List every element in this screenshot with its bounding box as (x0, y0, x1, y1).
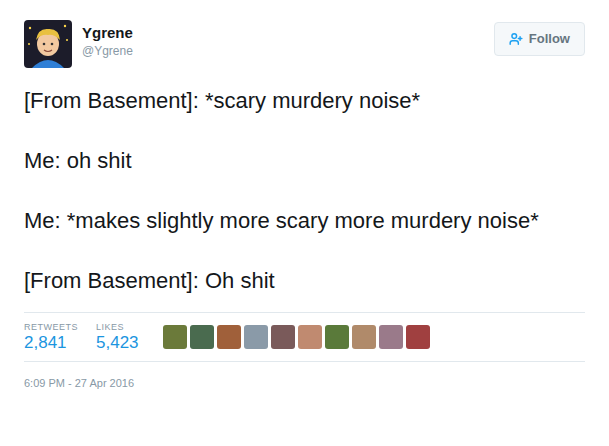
liker-avatar[interactable] (217, 325, 241, 349)
user-handle[interactable]: @Ygrene (82, 43, 133, 59)
user-info: Ygrene@Ygrene (82, 23, 133, 59)
stat-value: 2,841 (24, 333, 78, 353)
tweet-paragraph: Me: *makes slightly more scary more murd… (24, 206, 584, 236)
follow-button[interactable]: Follow (494, 22, 585, 56)
stat-value: 5,423 (96, 333, 139, 353)
stat-label: RETWEETS (24, 321, 78, 333)
stat-label: LIKES (96, 321, 139, 333)
tweet-timestamp[interactable]: 6:09 PM - 27 Apr 2016 (24, 376, 585, 390)
tweet-stats: RETWEETS2,841 LIKES5,423 (24, 312, 585, 362)
liker-avatar[interactable] (379, 325, 403, 349)
liker-avatar[interactable] (271, 325, 295, 349)
user-name[interactable]: Ygrene (82, 23, 133, 43)
tweet-text: [From Basement]: *scary murdery noise* Me… (24, 86, 584, 296)
liker-avatars (163, 325, 430, 349)
avatar-icon[interactable] (24, 20, 72, 68)
liker-avatar[interactable] (406, 325, 430, 349)
add-user-icon (509, 32, 523, 46)
follow-label: Follow (529, 29, 570, 49)
tweet-header: Ygrene@Ygrene Follow (24, 20, 585, 68)
liker-avatar[interactable] (298, 325, 322, 349)
liker-avatar[interactable] (352, 325, 376, 349)
tweet-card: Ygrene@Ygrene Follow [From Basement]: *sca… (0, 0, 609, 446)
liker-avatar[interactable] (325, 325, 349, 349)
tweet-paragraph: [From Basement]: Oh shit (24, 266, 584, 296)
stat-item[interactable]: LIKES5,423 (96, 321, 139, 353)
liker-avatar[interactable] (190, 325, 214, 349)
tweet-paragraph: [From Basement]: *scary murdery noise* (24, 86, 584, 116)
liker-avatar[interactable] (163, 325, 187, 349)
liker-avatar[interactable] (244, 325, 268, 349)
tweet-paragraph: Me: oh shit (24, 146, 584, 176)
stat-item[interactable]: RETWEETS2,841 (24, 321, 78, 353)
